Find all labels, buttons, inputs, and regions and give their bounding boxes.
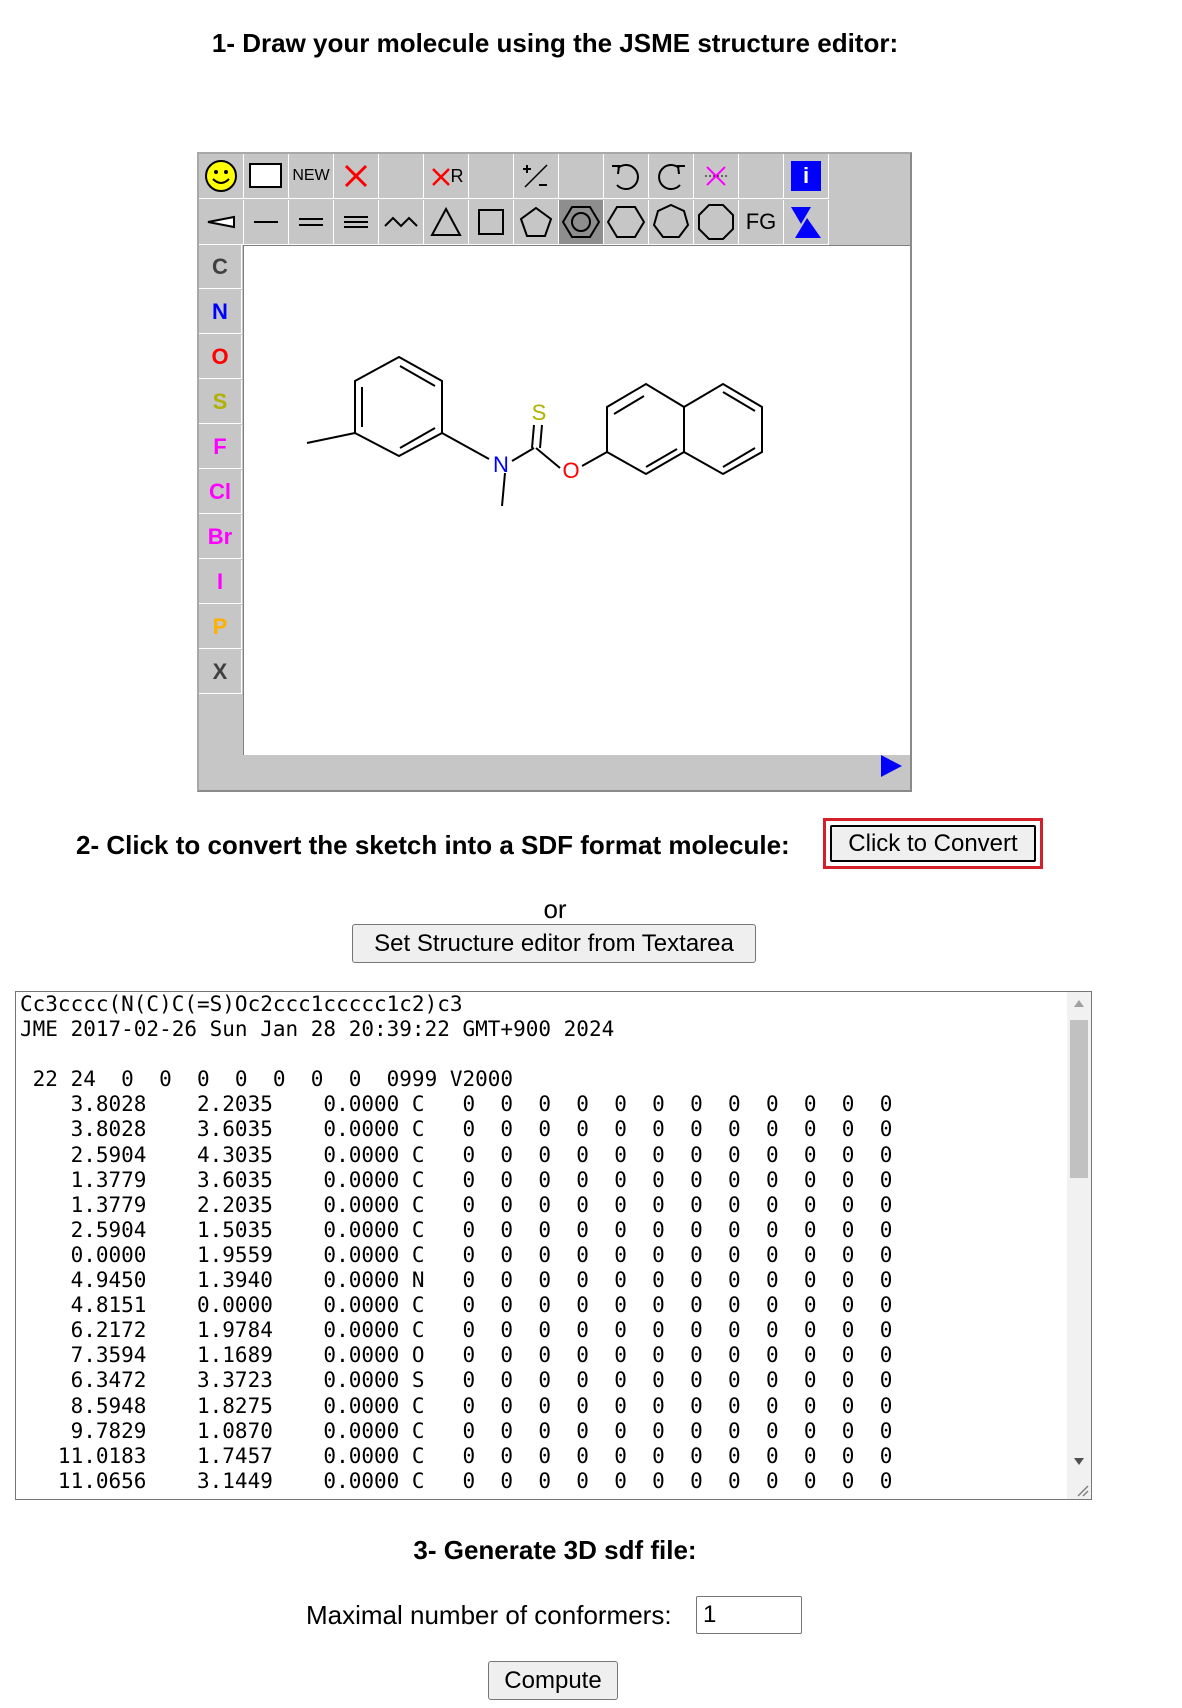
single-bond-icon[interactable] — [244, 200, 289, 245]
delete-icon[interactable] — [334, 154, 379, 199]
info-button[interactable]: i — [784, 154, 829, 199]
benzene-ring-icon[interactable] — [559, 200, 604, 245]
undo-icon[interactable] — [604, 154, 649, 199]
scroll-down-icon[interactable] — [1073, 1457, 1085, 1467]
atom-br-button[interactable]: Br — [199, 515, 242, 559]
triple-bond-icon[interactable] — [334, 200, 379, 245]
fg-label: FG — [745, 209, 777, 234]
octagon-ring-icon[interactable] — [694, 200, 739, 245]
smiley-icon[interactable] — [199, 154, 244, 199]
toolbar-blank-3 — [559, 154, 604, 199]
sdf-scrollbar[interactable] — [1067, 992, 1091, 1499]
atom-i-button[interactable]: I — [199, 560, 242, 604]
heptagon-ring-icon[interactable] — [649, 200, 694, 245]
oxygen-label: O — [562, 458, 579, 483]
conformers-input[interactable] — [696, 1596, 802, 1634]
chain-icon[interactable] — [379, 200, 424, 245]
delete-r-group-button[interactable]: R — [424, 154, 469, 199]
sulfur-label: S — [532, 400, 547, 425]
new-button[interactable]: NEW — [289, 154, 334, 199]
molecule-drawing: N O S — [306, 355, 763, 507]
atom-f-button[interactable]: F — [199, 425, 242, 469]
hexagon-ring-icon[interactable] — [604, 200, 649, 245]
atom-c-button[interactable]: C — [199, 245, 242, 289]
scroll-thumb[interactable] — [1070, 1020, 1088, 1178]
charge-icon[interactable] — [514, 154, 559, 199]
or-text: or — [543, 894, 567, 924]
step3-heading: 3- Generate 3D sdf file: — [413, 1535, 697, 1565]
toolbar-blank-4 — [739, 154, 784, 199]
conformers-label: Maximal number of conformers: — [306, 1600, 672, 1630]
double-bond-icon[interactable] — [289, 200, 334, 245]
convert-highlight: Click to Convert — [823, 818, 1043, 869]
play-arrow-icon[interactable] — [878, 753, 904, 784]
wedge-bond-icon[interactable] — [199, 200, 244, 245]
rectangle-select-icon[interactable] — [244, 154, 289, 199]
click-to-convert-button[interactable]: Click to Convert — [830, 825, 1036, 862]
redo-icon[interactable] — [649, 154, 694, 199]
step1-heading: 1- Draw your molecule using the JSME str… — [211, 28, 899, 58]
atom-o-button[interactable]: O — [199, 335, 242, 379]
set-structure-button[interactable]: Set Structure editor from Textarea — [352, 924, 756, 963]
clear-cross-icon[interactable] — [694, 154, 739, 199]
nitrogen-label: N — [493, 452, 509, 477]
drawing-canvas[interactable]: N O S — [243, 245, 910, 755]
triangle-ring-icon[interactable] — [424, 200, 469, 245]
scroll-up-icon[interactable] — [1073, 998, 1085, 1008]
atom-x-button[interactable]: X — [199, 650, 242, 694]
jsme-editor[interactable]: NEW R i FG C N O S F Cl Br I P X N O S — [197, 152, 912, 792]
toolbar-blank-1 — [379, 154, 424, 199]
sdf-content[interactable]: Cc3cccc(N(C)C(=S)Oc2ccc1ccccc1c2)c3 JME … — [20, 992, 1065, 1494]
compute-button[interactable]: Compute — [488, 1661, 618, 1700]
atom-cl-button[interactable]: Cl — [199, 470, 242, 514]
functional-group-button[interactable]: FG — [739, 200, 784, 245]
r-label: R — [450, 165, 464, 186]
atom-s-button[interactable]: S — [199, 380, 242, 424]
sdf-textarea[interactable]: Cc3cccc(N(C)C(=S)Oc2ccc1ccccc1c2)c3 JME … — [15, 991, 1092, 1500]
atom-p-button[interactable]: P — [199, 605, 242, 649]
info-icon: i — [791, 161, 821, 191]
step2-heading: 2- Click to convert the sketch into a SD… — [76, 830, 790, 860]
toolbar-blank-2 — [469, 154, 514, 199]
pentagon-ring-icon[interactable] — [514, 200, 559, 245]
triangles-icon[interactable] — [784, 200, 829, 245]
new-label: NEW — [292, 167, 330, 184]
square-ring-icon[interactable] — [469, 200, 514, 245]
atom-n-button[interactable]: N — [199, 290, 242, 334]
resize-grip-icon[interactable] — [1075, 1483, 1089, 1497]
